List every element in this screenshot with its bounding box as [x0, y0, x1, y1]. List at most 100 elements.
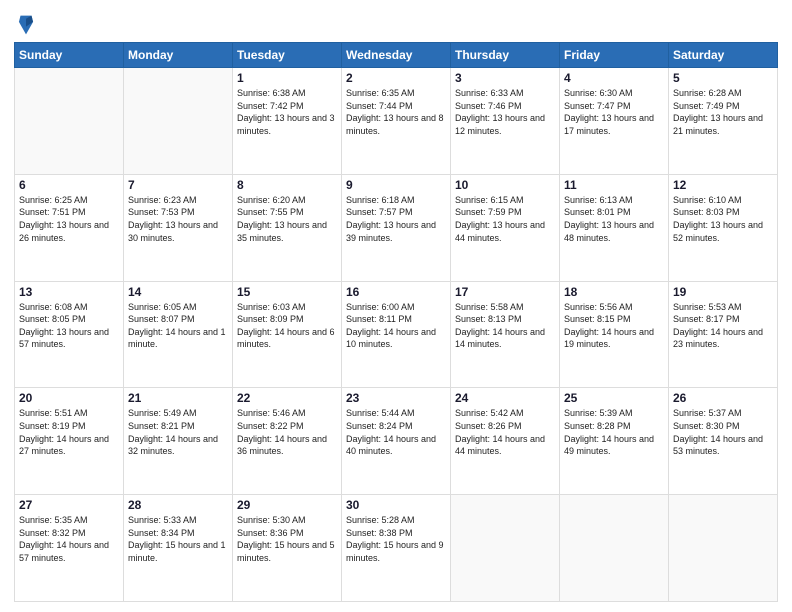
day-number: 1	[237, 71, 337, 85]
calendar-cell	[124, 68, 233, 175]
day-info: Sunrise: 6:23 AM Sunset: 7:53 PM Dayligh…	[128, 194, 228, 244]
calendar-cell	[451, 495, 560, 602]
day-number: 19	[673, 285, 773, 299]
calendar-cell: 29 Sunrise: 5:30 AM Sunset: 8:36 PM Dayli…	[233, 495, 342, 602]
day-number: 30	[346, 498, 446, 512]
calendar-cell: 9Sunrise: 6:18 AM Sunset: 7:57 PM Daylig…	[342, 174, 451, 281]
calendar-cell	[560, 495, 669, 602]
calendar-cell: 5 Sunrise: 6:28 AM Sunset: 7:49 PM Daylig…	[669, 68, 778, 175]
day-number: 4	[564, 71, 664, 85]
calendar-cell: 20Sunrise: 5:51 AM Sunset: 8:19 PM Dayli…	[15, 388, 124, 495]
calendar-cell: 30 Sunrise: 5:28 AM Sunset: 8:38 PM Dayli…	[342, 495, 451, 602]
day-number: 17	[455, 285, 555, 299]
calendar-cell: 1 Sunrise: 6:38 AM Sunset: 7:42 PM Daylig…	[233, 68, 342, 175]
day-info: Sunrise: 6:30 AM Sunset: 7:47 PM Dayligh…	[564, 87, 664, 137]
day-number: 15	[237, 285, 337, 299]
calendar-cell: 28 Sunrise: 5:33 AM Sunset: 8:34 PM Dayli…	[124, 495, 233, 602]
calendar-cell	[669, 495, 778, 602]
day-info: Sunrise: 6:00 AM Sunset: 8:11 PM Dayligh…	[346, 301, 446, 351]
day-number: 24	[455, 391, 555, 405]
day-info: Sunrise: 5:44 AM Sunset: 8:24 PM Dayligh…	[346, 407, 446, 457]
day-number: 27	[19, 498, 119, 512]
calendar-cell: 3Sunrise: 6:33 AM Sunset: 7:46 PM Daylig…	[451, 68, 560, 175]
calendar-cell: 18Sunrise: 5:56 AM Sunset: 8:15 PM Dayli…	[560, 281, 669, 388]
weekday-header-monday: Monday	[124, 43, 233, 68]
calendar-body: 1 Sunrise: 6:38 AM Sunset: 7:42 PM Daylig…	[15, 68, 778, 602]
day-number: 3	[455, 71, 555, 85]
weekday-header-thursday: Thursday	[451, 43, 560, 68]
day-info: Sunrise: 6:08 AM Sunset: 8:05 PM Dayligh…	[19, 301, 119, 351]
weekday-header-tuesday: Tuesday	[233, 43, 342, 68]
day-info: Sunrise: 5:42 AM Sunset: 8:26 PM Dayligh…	[455, 407, 555, 457]
day-number: 22	[237, 391, 337, 405]
day-info: Sunrise: 5:35 AM Sunset: 8:32 PM Dayligh…	[19, 514, 119, 564]
day-info: Sunrise: 6:20 AM Sunset: 7:55 PM Dayligh…	[237, 194, 337, 244]
day-info: Sunrise: 5:28 AM Sunset: 8:38 PM Dayligh…	[346, 514, 446, 564]
day-info: Sunrise: 6:05 AM Sunset: 8:07 PM Dayligh…	[128, 301, 228, 351]
day-info: Sunrise: 5:49 AM Sunset: 8:21 PM Dayligh…	[128, 407, 228, 457]
day-info: Sunrise: 5:56 AM Sunset: 8:15 PM Dayligh…	[564, 301, 664, 351]
page: SundayMondayTuesdayWednesdayThursdayFrid…	[0, 0, 792, 612]
calendar-cell: 12 Sunrise: 6:10 AM Sunset: 8:03 PM Dayli…	[669, 174, 778, 281]
day-number: 25	[564, 391, 664, 405]
calendar-cell: 11 Sunrise: 6:13 AM Sunset: 8:01 PM Dayli…	[560, 174, 669, 281]
day-info: Sunrise: 5:30 AM Sunset: 8:36 PM Dayligh…	[237, 514, 337, 564]
day-info: Sunrise: 6:18 AM Sunset: 7:57 PM Dayligh…	[346, 194, 446, 244]
calendar-week-3: 13 Sunrise: 6:08 AM Sunset: 8:05 PM Dayli…	[15, 281, 778, 388]
day-number: 16	[346, 285, 446, 299]
day-info: Sunrise: 6:25 AM Sunset: 7:51 PM Dayligh…	[19, 194, 119, 244]
day-info: Sunrise: 6:13 AM Sunset: 8:01 PM Dayligh…	[564, 194, 664, 244]
calendar-cell: 8 Sunrise: 6:20 AM Sunset: 7:55 PM Daylig…	[233, 174, 342, 281]
calendar-cell: 15Sunrise: 6:03 AM Sunset: 8:09 PM Dayli…	[233, 281, 342, 388]
calendar-week-2: 6 Sunrise: 6:25 AM Sunset: 7:51 PM Daylig…	[15, 174, 778, 281]
calendar-cell: 10Sunrise: 6:15 AM Sunset: 7:59 PM Dayli…	[451, 174, 560, 281]
calendar-cell: 14 Sunrise: 6:05 AM Sunset: 8:07 PM Dayli…	[124, 281, 233, 388]
calendar-cell: 24 Sunrise: 5:42 AM Sunset: 8:26 PM Dayli…	[451, 388, 560, 495]
day-number: 5	[673, 71, 773, 85]
day-info: Sunrise: 5:37 AM Sunset: 8:30 PM Dayligh…	[673, 407, 773, 457]
calendar-cell: 7 Sunrise: 6:23 AM Sunset: 7:53 PM Daylig…	[124, 174, 233, 281]
day-number: 23	[346, 391, 446, 405]
calendar-cell: 25 Sunrise: 5:39 AM Sunset: 8:28 PM Dayli…	[560, 388, 669, 495]
calendar-cell: 17 Sunrise: 5:58 AM Sunset: 8:13 PM Dayli…	[451, 281, 560, 388]
calendar-cell: 13 Sunrise: 6:08 AM Sunset: 8:05 PM Dayli…	[15, 281, 124, 388]
weekday-header-sunday: Sunday	[15, 43, 124, 68]
day-number: 11	[564, 178, 664, 192]
weekday-header-row: SundayMondayTuesdayWednesdayThursdayFrid…	[15, 43, 778, 68]
calendar-cell: 2 Sunrise: 6:35 AM Sunset: 7:44 PM Daylig…	[342, 68, 451, 175]
calendar-cell: 4 Sunrise: 6:30 AM Sunset: 7:47 PM Daylig…	[560, 68, 669, 175]
day-info: Sunrise: 5:33 AM Sunset: 8:34 PM Dayligh…	[128, 514, 228, 564]
weekday-header-friday: Friday	[560, 43, 669, 68]
calendar-cell: 22 Sunrise: 5:46 AM Sunset: 8:22 PM Dayli…	[233, 388, 342, 495]
day-number: 7	[128, 178, 228, 192]
day-number: 6	[19, 178, 119, 192]
day-info: Sunrise: 5:58 AM Sunset: 8:13 PM Dayligh…	[455, 301, 555, 351]
day-number: 2	[346, 71, 446, 85]
day-number: 21	[128, 391, 228, 405]
day-number: 8	[237, 178, 337, 192]
weekday-header-wednesday: Wednesday	[342, 43, 451, 68]
day-info: Sunrise: 6:35 AM Sunset: 7:44 PM Dayligh…	[346, 87, 446, 137]
weekday-header-saturday: Saturday	[669, 43, 778, 68]
day-number: 29	[237, 498, 337, 512]
calendar-cell	[15, 68, 124, 175]
calendar-cell: 23 Sunrise: 5:44 AM Sunset: 8:24 PM Dayli…	[342, 388, 451, 495]
day-info: Sunrise: 6:38 AM Sunset: 7:42 PM Dayligh…	[237, 87, 337, 137]
calendar-week-1: 1 Sunrise: 6:38 AM Sunset: 7:42 PM Daylig…	[15, 68, 778, 175]
logo-icon	[17, 14, 35, 36]
day-number: 26	[673, 391, 773, 405]
day-number: 28	[128, 498, 228, 512]
calendar-cell: 26 Sunrise: 5:37 AM Sunset: 8:30 PM Dayli…	[669, 388, 778, 495]
day-number: 13	[19, 285, 119, 299]
day-info: Sunrise: 6:10 AM Sunset: 8:03 PM Dayligh…	[673, 194, 773, 244]
day-number: 12	[673, 178, 773, 192]
calendar-cell: 19Sunrise: 5:53 AM Sunset: 8:17 PM Dayli…	[669, 281, 778, 388]
calendar-cell: 6 Sunrise: 6:25 AM Sunset: 7:51 PM Daylig…	[15, 174, 124, 281]
day-number: 20	[19, 391, 119, 405]
day-info: Sunrise: 6:15 AM Sunset: 7:59 PM Dayligh…	[455, 194, 555, 244]
day-info: Sunrise: 5:46 AM Sunset: 8:22 PM Dayligh…	[237, 407, 337, 457]
day-number: 14	[128, 285, 228, 299]
day-info: Sunrise: 5:39 AM Sunset: 8:28 PM Dayligh…	[564, 407, 664, 457]
calendar-week-4: 20Sunrise: 5:51 AM Sunset: 8:19 PM Dayli…	[15, 388, 778, 495]
day-info: Sunrise: 6:28 AM Sunset: 7:49 PM Dayligh…	[673, 87, 773, 137]
